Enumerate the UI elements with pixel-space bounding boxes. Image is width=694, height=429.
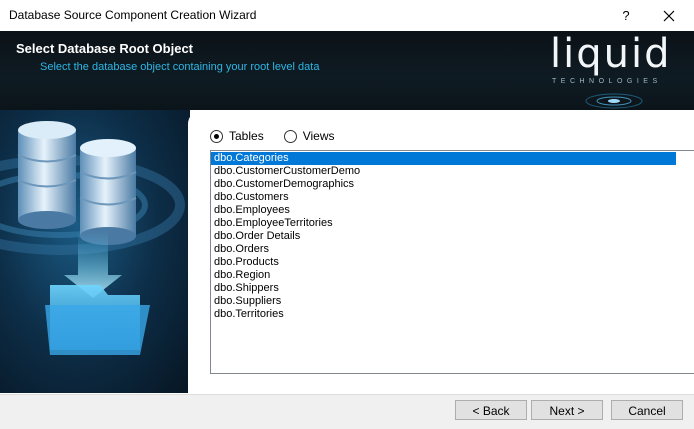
close-icon xyxy=(663,10,675,22)
database-object-list[interactable]: dbo.Categories dbo.CustomerCustomerDemo … xyxy=(210,150,694,374)
list-item[interactable]: dbo.EmployeeTerritories xyxy=(211,217,694,230)
list-item[interactable]: dbo.Products xyxy=(211,256,694,269)
logo-wordmark: liquid xyxy=(550,31,672,77)
liquid-technologies-logo: liquid TECHNOLOGIES xyxy=(548,31,688,109)
list-item[interactable]: dbo.Categories xyxy=(211,152,676,165)
list-item[interactable]: dbo.Suppliers xyxy=(211,295,694,308)
page-title: Select Database Root Object xyxy=(16,41,193,56)
database-to-folder-icon xyxy=(0,121,185,355)
logo-tagline: TECHNOLOGIES xyxy=(552,78,662,85)
list-item[interactable]: dbo.Customers xyxy=(211,191,694,204)
list-item[interactable]: dbo.CustomerCustomerDemo xyxy=(211,165,694,178)
list-item[interactable]: dbo.Orders xyxy=(211,243,694,256)
tables-radio[interactable] xyxy=(210,129,223,143)
tables-radio-label[interactable]: Tables xyxy=(229,129,264,143)
list-item[interactable]: dbo.Region xyxy=(211,269,694,282)
wizard-banner: Select Database Root Object Select the d… xyxy=(0,31,694,110)
back-button[interactable]: < Back xyxy=(455,400,527,420)
list-item[interactable]: dbo.Shippers xyxy=(211,282,694,295)
views-radio-label[interactable]: Views xyxy=(303,129,335,143)
next-button[interactable]: Next > xyxy=(531,400,603,420)
list-item[interactable]: dbo.Territories xyxy=(211,308,694,321)
help-button[interactable]: ? xyxy=(612,3,640,29)
list-item[interactable]: dbo.CustomerDemographics xyxy=(211,178,694,191)
close-button[interactable] xyxy=(655,3,683,29)
wizard-side-graphic xyxy=(0,110,190,393)
page-subtitle: Select the database object containing yo… xyxy=(40,61,320,73)
title-bar: Database Source Component Creation Wizar… xyxy=(0,0,694,31)
window-title: Database Source Component Creation Wizar… xyxy=(9,8,257,22)
object-type-selector: Tables Views xyxy=(210,127,354,145)
list-item[interactable]: dbo.Order Details xyxy=(211,230,694,243)
cancel-button[interactable]: Cancel xyxy=(611,400,683,420)
views-radio[interactable] xyxy=(283,129,297,143)
list-item[interactable]: dbo.Employees xyxy=(211,204,694,217)
